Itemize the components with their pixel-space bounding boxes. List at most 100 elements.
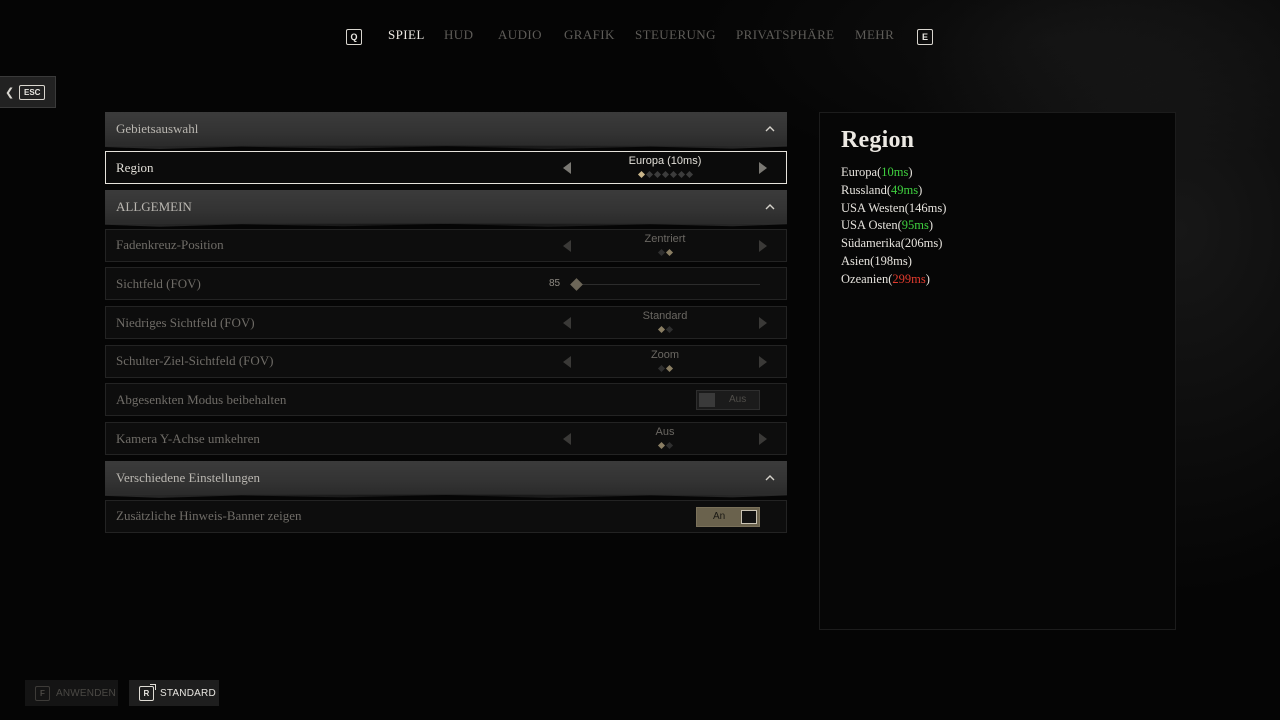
region-ping-line: Asien(198ms) (841, 253, 1175, 271)
tab-spiel[interactable]: SPIEL (388, 27, 425, 43)
chevron-up-icon (765, 126, 775, 132)
tab-mehr[interactable]: MEHR (855, 27, 894, 43)
option-dot (665, 248, 673, 256)
section-header-misc[interactable]: Verschiedene Einstellungen (105, 460, 787, 495)
region-ping: 49ms (891, 182, 919, 197)
option-prev-arrow-icon[interactable] (562, 317, 572, 330)
apply-button[interactable]: F ANWENDEN (25, 680, 118, 706)
setting-value: Standard (642, 310, 688, 323)
paren-close: ) (925, 271, 930, 286)
section-title: Verschiedene Einstellungen (116, 469, 261, 485)
setting-label: Region (116, 159, 154, 175)
region-name: USA Osten (841, 218, 898, 233)
setting-label: Zusätzliche Hinweis-Banner zeigen (116, 508, 302, 524)
option-indicator (586, 364, 744, 372)
setting-row-invert-y[interactable]: Kamera Y-Achse umkehren Aus (105, 422, 787, 456)
default-button[interactable]: R STANDARD (129, 680, 219, 706)
prev-tab-key[interactable]: Q (346, 29, 362, 45)
option-prev-arrow-icon[interactable] (562, 355, 572, 368)
toggle-knob (741, 509, 757, 524)
region-ping: 95ms (901, 218, 929, 233)
region-ping: 198ms (874, 253, 908, 268)
region-name: Asien (841, 253, 871, 268)
option-next-arrow-icon[interactable] (758, 317, 768, 330)
option-dot (657, 248, 665, 256)
setting-row-fov[interactable]: Sichtfeld (FOV) 85 (105, 267, 787, 301)
section-header-region-select[interactable]: Gebietsauswahl (105, 112, 787, 146)
option-next-arrow-icon[interactable] (758, 433, 768, 446)
region-ping-line: USA Osten(95ms) (841, 217, 1175, 235)
apply-key: F (35, 685, 50, 701)
option-dot (657, 364, 665, 372)
setting-label: Schulter-Ziel-Sichtfeld (FOV) (116, 353, 274, 369)
fov-slider-value: 85 (549, 278, 561, 290)
option-indicator (586, 170, 744, 179)
paren-close: ) (907, 253, 912, 268)
setting-value: Aus (655, 426, 675, 439)
setting-row-region[interactable]: Region Europa (10ms) (105, 151, 787, 184)
setting-row-crosshair[interactable]: Fadenkreuz-Position Zentriert (105, 228, 787, 262)
option-dot (657, 442, 665, 450)
paren-close: ) (908, 165, 913, 179)
chevron-up-icon (765, 474, 775, 481)
setting-row-shoulder-fov[interactable]: Schulter-Ziel-Sichtfeld (FOV) Zoom (105, 344, 787, 378)
setting-label: Abgesenkten Modus beibehalten (116, 391, 287, 407)
option-dot (637, 170, 645, 179)
section-title: ALLGEMEIN (116, 198, 192, 214)
tab-grafik[interactable]: GRAFIK (564, 27, 615, 43)
option-next-arrow-icon[interactable] (758, 239, 768, 252)
setting-label: Niedriges Sichtfeld (FOV) (116, 314, 255, 330)
option-prev-arrow-icon[interactable] (562, 433, 572, 446)
settings-list: Gebietsauswahl Region Europa (10ms) ALLG… (105, 112, 787, 539)
option-dot (665, 364, 673, 372)
option-prev-arrow-icon[interactable] (562, 239, 572, 252)
option-dot (665, 326, 673, 334)
setting-row-hint-banners[interactable]: Zusätzliche Hinweis-Banner zeigen An (105, 499, 787, 533)
option-dot (657, 326, 665, 334)
default-key: R (139, 683, 156, 701)
section-title: Gebietsauswahl (116, 121, 199, 136)
section-header-general[interactable]: ALLGEMEIN (105, 189, 787, 224)
tab-privatsphaere[interactable]: PRIVATSPHÄRE (736, 27, 834, 43)
esc-key: ESC (19, 84, 46, 100)
region-name: Europa (841, 165, 878, 179)
setting-row-lowered-mode[interactable]: Abgesenkten Modus beibehalten Aus (105, 383, 787, 417)
setting-value: Europa (10ms) (628, 155, 702, 167)
option-next-arrow-icon[interactable] (758, 162, 768, 174)
tab-hud[interactable]: HUD (444, 27, 473, 43)
region-ping: 206ms (904, 236, 939, 251)
region-ping: 146ms (908, 200, 943, 215)
region-ping: 10ms (881, 165, 909, 179)
paren-close: ) (918, 182, 923, 197)
option-next-arrow-icon[interactable] (758, 355, 768, 368)
tab-audio[interactable]: AUDIO (498, 27, 542, 43)
paren-close: ) (938, 236, 943, 251)
region-list: Europa(10ms) Russland(49ms) USA Westen(146… (841, 164, 1175, 289)
next-tab-key[interactable]: E (917, 29, 933, 45)
region-ping: 299ms (892, 271, 926, 286)
fov-slider-track[interactable] (576, 284, 760, 286)
option-dot (645, 170, 653, 179)
toggle-knob (699, 393, 715, 408)
lowered-mode-toggle[interactable]: Aus (696, 390, 760, 411)
region-ping-line: USA Westen(146ms) (841, 200, 1175, 218)
tab-steuerung[interactable]: STEUERUNG (635, 27, 716, 43)
hint-banners-toggle[interactable]: An (696, 506, 760, 527)
option-dot (669, 170, 677, 179)
setting-label: Kamera Y-Achse umkehren (116, 430, 260, 446)
option-dot (661, 170, 669, 179)
region-name: Ozeanien (841, 271, 889, 286)
option-dot (677, 170, 685, 179)
setting-value: Zoom (650, 348, 680, 361)
setting-row-low-fov[interactable]: Niedriges Sichtfeld (FOV) Standard (105, 306, 787, 340)
back-button[interactable]: ❮ ESC (0, 76, 56, 108)
option-indicator (586, 248, 744, 256)
region-name: Russland (841, 182, 887, 197)
region-ping-line: Russland(49ms) (841, 182, 1175, 200)
option-prev-arrow-icon[interactable] (562, 162, 572, 174)
fov-slider-handle[interactable] (570, 278, 583, 292)
option-indicator (586, 442, 744, 450)
info-panel: Region Europa(10ms) Russland(49ms) USA Wes… (819, 112, 1176, 630)
chevron-up-icon (765, 203, 775, 210)
option-dot (685, 170, 693, 179)
